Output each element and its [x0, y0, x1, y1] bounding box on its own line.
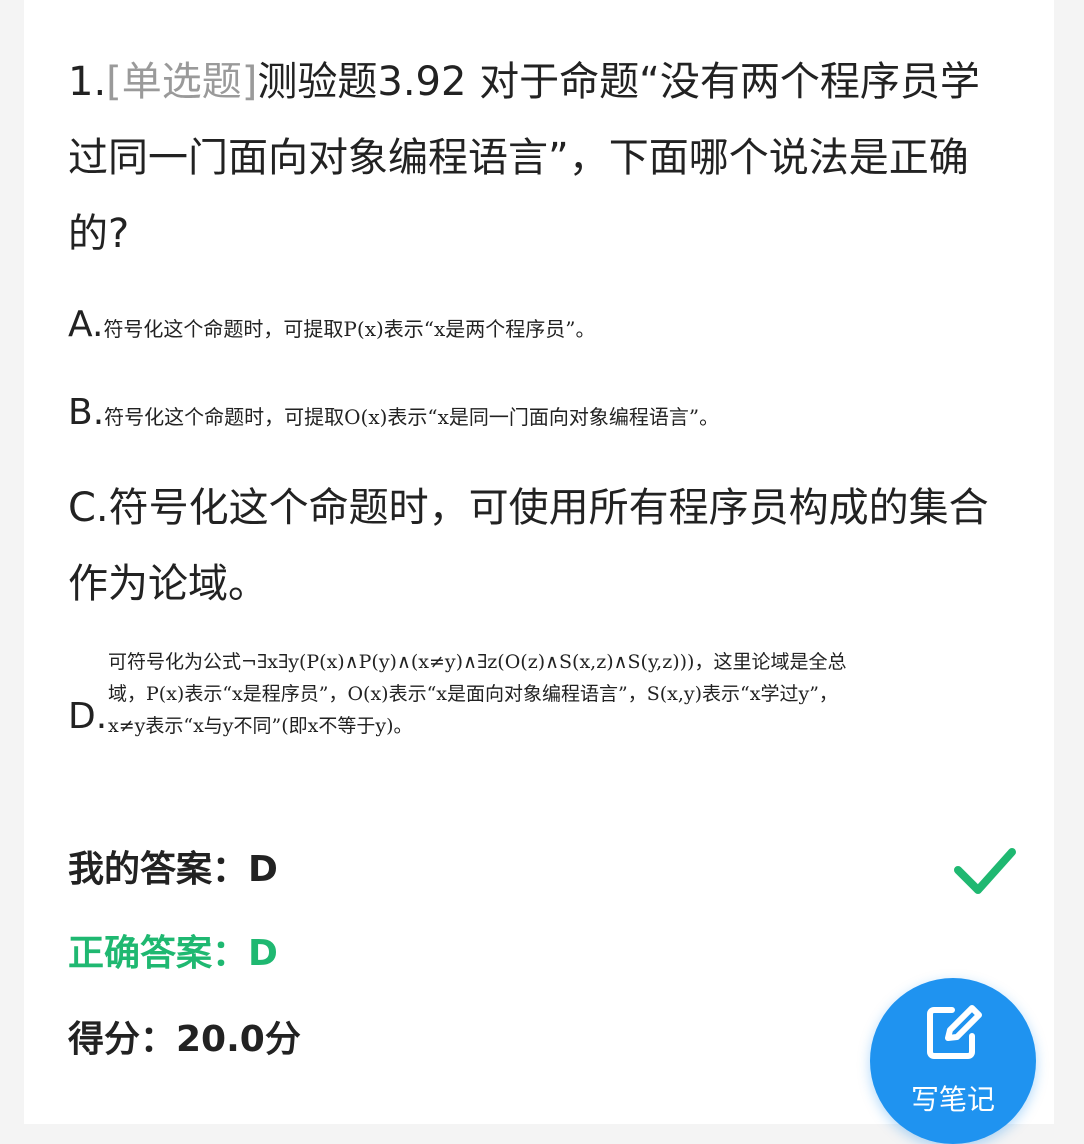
option-b-text: 符号化这个命题时，可提取O(x)表示“x是同一门面向对象编程语言”。 [104, 405, 720, 429]
correct-answer: 正确答案：D [68, 933, 278, 974]
edit-note-icon [927, 1005, 982, 1059]
option-a-letter: A. [68, 304, 104, 345]
option-a[interactable]: A.符号化这个命题时，可提取P(x)表示“x是两个程序员”。 [68, 304, 1018, 345]
option-c-text: 符号化这个命题时，可使用所有程序员构成的集合作为论域。 [68, 485, 989, 607]
write-note-button[interactable]: 写笔记 [870, 978, 1036, 1144]
question-stem: 1.[单选题]测验题3.92 对于命题“没有两个程序员学过同一门面向对象编程语言… [68, 44, 1018, 272]
question-type: [单选题] [106, 59, 258, 105]
check-icon [954, 848, 1016, 894]
option-c-letter: C. [68, 485, 109, 531]
option-d-letter: D. [68, 696, 108, 737]
option-a-text: 符号化这个命题时，可提取P(x)表示“x是两个程序员”。 [103, 317, 596, 341]
question-number: 1. [68, 59, 107, 105]
score: 得分：20.0分 [68, 1019, 301, 1060]
option-d-text: 可符号化为公式¬∃x∃y(P(x)∧P(y)∧(x≠y)∧∃z(O(z)∧S(x… [108, 651, 847, 737]
write-note-label: 写笔记 [910, 1083, 995, 1116]
my-answer: 我的答案：D [68, 849, 278, 890]
option-c[interactable]: C.符号化这个命题时，可使用所有程序员构成的集合作为论域。 [68, 470, 1028, 622]
option-b-letter: B. [68, 392, 105, 433]
option-b[interactable]: B.符号化这个命题时，可提取O(x)表示“x是同一门面向对象编程语言”。 [68, 392, 1018, 433]
